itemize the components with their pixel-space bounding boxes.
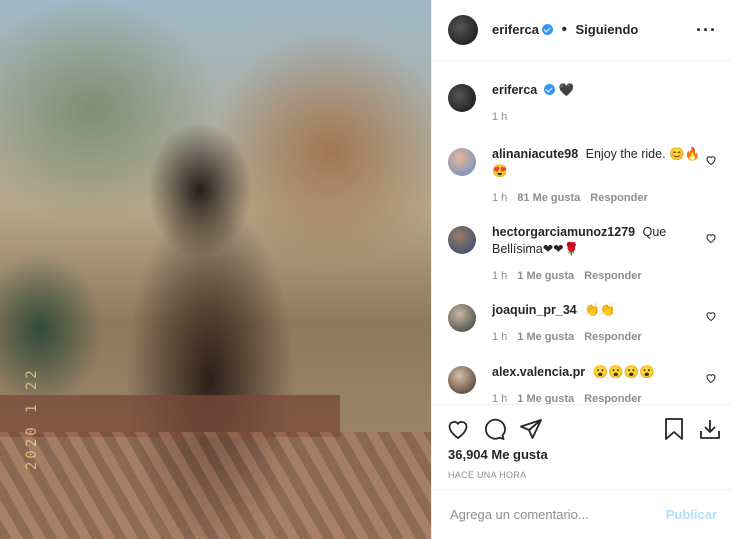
post-photo[interactable]: 2020 1 22	[0, 0, 431, 539]
comment-likes[interactable]: 81 Me gusta	[517, 192, 580, 204]
action-bar	[432, 404, 731, 453]
commenter-avatar[interactable]	[448, 304, 476, 332]
photo-hedge	[0, 395, 340, 437]
comment-text: 😮😮😮😮	[592, 365, 655, 379]
reply-button[interactable]: Responder	[590, 192, 647, 204]
comment-input[interactable]	[448, 506, 666, 523]
likes-count[interactable]: 36,904 Me gusta	[448, 447, 548, 462]
comment-username[interactable]: joaquin_pr_34	[492, 303, 577, 317]
comment-item: alinaniacute98 Enjoy the ride. 😊🔥😍 1 h 81…	[448, 146, 717, 207]
caption-username[interactable]: eriferca	[492, 83, 537, 97]
comments-list[interactable]: eriferca 🖤 1 h alinaniacute98 Enjoy the …	[432, 61, 731, 404]
like-comment-heart-icon[interactable]	[705, 154, 717, 166]
comment-item: hectorgarciamunoz1279 Que Bellísima❤❤🌹 1…	[448, 224, 717, 285]
author-avatar[interactable]	[448, 15, 478, 45]
header-text: eriferca • Siguiendo	[492, 21, 638, 39]
comment-username[interactable]: hectorgarciamunoz1279	[492, 225, 635, 239]
post-panel: eriferca • Siguiendo ··· eriferca 🖤 1 h …	[431, 0, 731, 539]
comment-likes[interactable]: 1 Me gusta	[517, 270, 574, 282]
comment-item: joaquin_pr_34 👏👏 1 h 1 Me gusta Responder	[448, 302, 717, 346]
like-comment-heart-icon[interactable]	[705, 232, 717, 244]
posted-time[interactable]: HACE UNA HORA	[448, 470, 526, 480]
add-comment-bar: Publicar	[432, 489, 731, 539]
publish-button[interactable]: Publicar	[666, 507, 717, 522]
photo-date-stamp: 2020 1 22	[24, 367, 40, 470]
comment-time[interactable]: 1 h	[492, 270, 507, 282]
caption-avatar[interactable]	[448, 84, 476, 112]
follow-status-button[interactable]: Siguiendo	[576, 22, 639, 37]
comment-time[interactable]: 1 h	[492, 393, 507, 404]
commenter-avatar[interactable]	[448, 226, 476, 254]
comment-time[interactable]: 1 h	[492, 192, 507, 204]
verified-badge-icon	[544, 84, 556, 95]
like-comment-heart-icon[interactable]	[705, 372, 717, 384]
download-icon[interactable]	[698, 417, 722, 441]
comment-username[interactable]: alinaniacute98	[492, 147, 578, 161]
save-bookmark-icon[interactable]	[663, 417, 685, 441]
comment-text: 👏👏	[584, 303, 616, 317]
reply-button[interactable]: Responder	[584, 331, 641, 343]
caption-text: 🖤	[558, 83, 575, 97]
photo-pavers	[0, 432, 431, 539]
comment-username[interactable]: alex.valencia.pr	[492, 365, 585, 379]
caption-time[interactable]: 1 h	[492, 111, 507, 123]
share-paper-plane-icon[interactable]	[519, 417, 543, 441]
post-header: eriferca • Siguiendo ···	[432, 0, 731, 61]
reply-button[interactable]: Responder	[584, 270, 641, 282]
author-username[interactable]: eriferca	[492, 22, 539, 37]
commenter-avatar[interactable]	[448, 366, 476, 394]
comment-bubble-icon[interactable]	[482, 417, 506, 441]
commenter-avatar[interactable]	[448, 148, 476, 176]
comment-likes[interactable]: 1 Me gusta	[517, 393, 574, 404]
comment-item: alex.valencia.pr 😮😮😮😮 1 h 1 Me gusta Respo…	[448, 364, 717, 404]
reply-button[interactable]: Responder	[584, 393, 641, 404]
verified-badge-icon	[541, 24, 553, 35]
more-options-icon[interactable]: ···	[696, 20, 717, 41]
caption: eriferca 🖤 1 h	[448, 82, 717, 126]
comment-time[interactable]: 1 h	[492, 331, 507, 343]
comment-likes[interactable]: 1 Me gusta	[517, 331, 574, 343]
like-comment-heart-icon[interactable]	[705, 310, 717, 322]
header-separator: •	[561, 21, 568, 38]
like-heart-icon[interactable]	[446, 417, 470, 441]
